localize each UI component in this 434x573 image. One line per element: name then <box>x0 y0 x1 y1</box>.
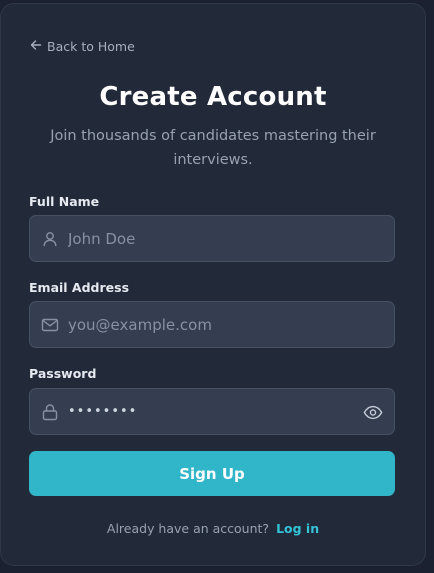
password-field[interactable] <box>29 388 395 435</box>
email-input[interactable] <box>68 315 358 334</box>
back-to-home-link[interactable]: Back to Home <box>30 39 135 54</box>
email-field[interactable] <box>29 301 395 348</box>
user-icon <box>41 230 59 248</box>
mail-icon <box>41 316 59 334</box>
password-label: Password <box>29 366 97 381</box>
signup-card: Back to Home Create Account Join thousan… <box>0 3 426 566</box>
full-name-field[interactable] <box>29 215 395 262</box>
eye-icon[interactable] <box>362 402 384 422</box>
back-to-home-label: Back to Home <box>47 39 135 54</box>
sign-up-button[interactable]: Sign Up <box>29 451 395 496</box>
password-input[interactable] <box>68 404 358 419</box>
login-link[interactable]: Log in <box>276 521 319 536</box>
lock-icon <box>41 403 59 421</box>
page-title: Create Account <box>99 82 327 112</box>
full-name-label: Full Name <box>29 194 100 209</box>
login-prompt: Already have an account? Log in <box>1 521 425 536</box>
login-prompt-text: Already have an account? <box>106 521 270 536</box>
page-subtitle: Join thousands of candidates mastering t… <box>50 128 376 168</box>
email-label: Email Address <box>29 280 130 295</box>
full-name-input[interactable] <box>68 229 358 248</box>
arrow-left-icon <box>30 39 42 54</box>
